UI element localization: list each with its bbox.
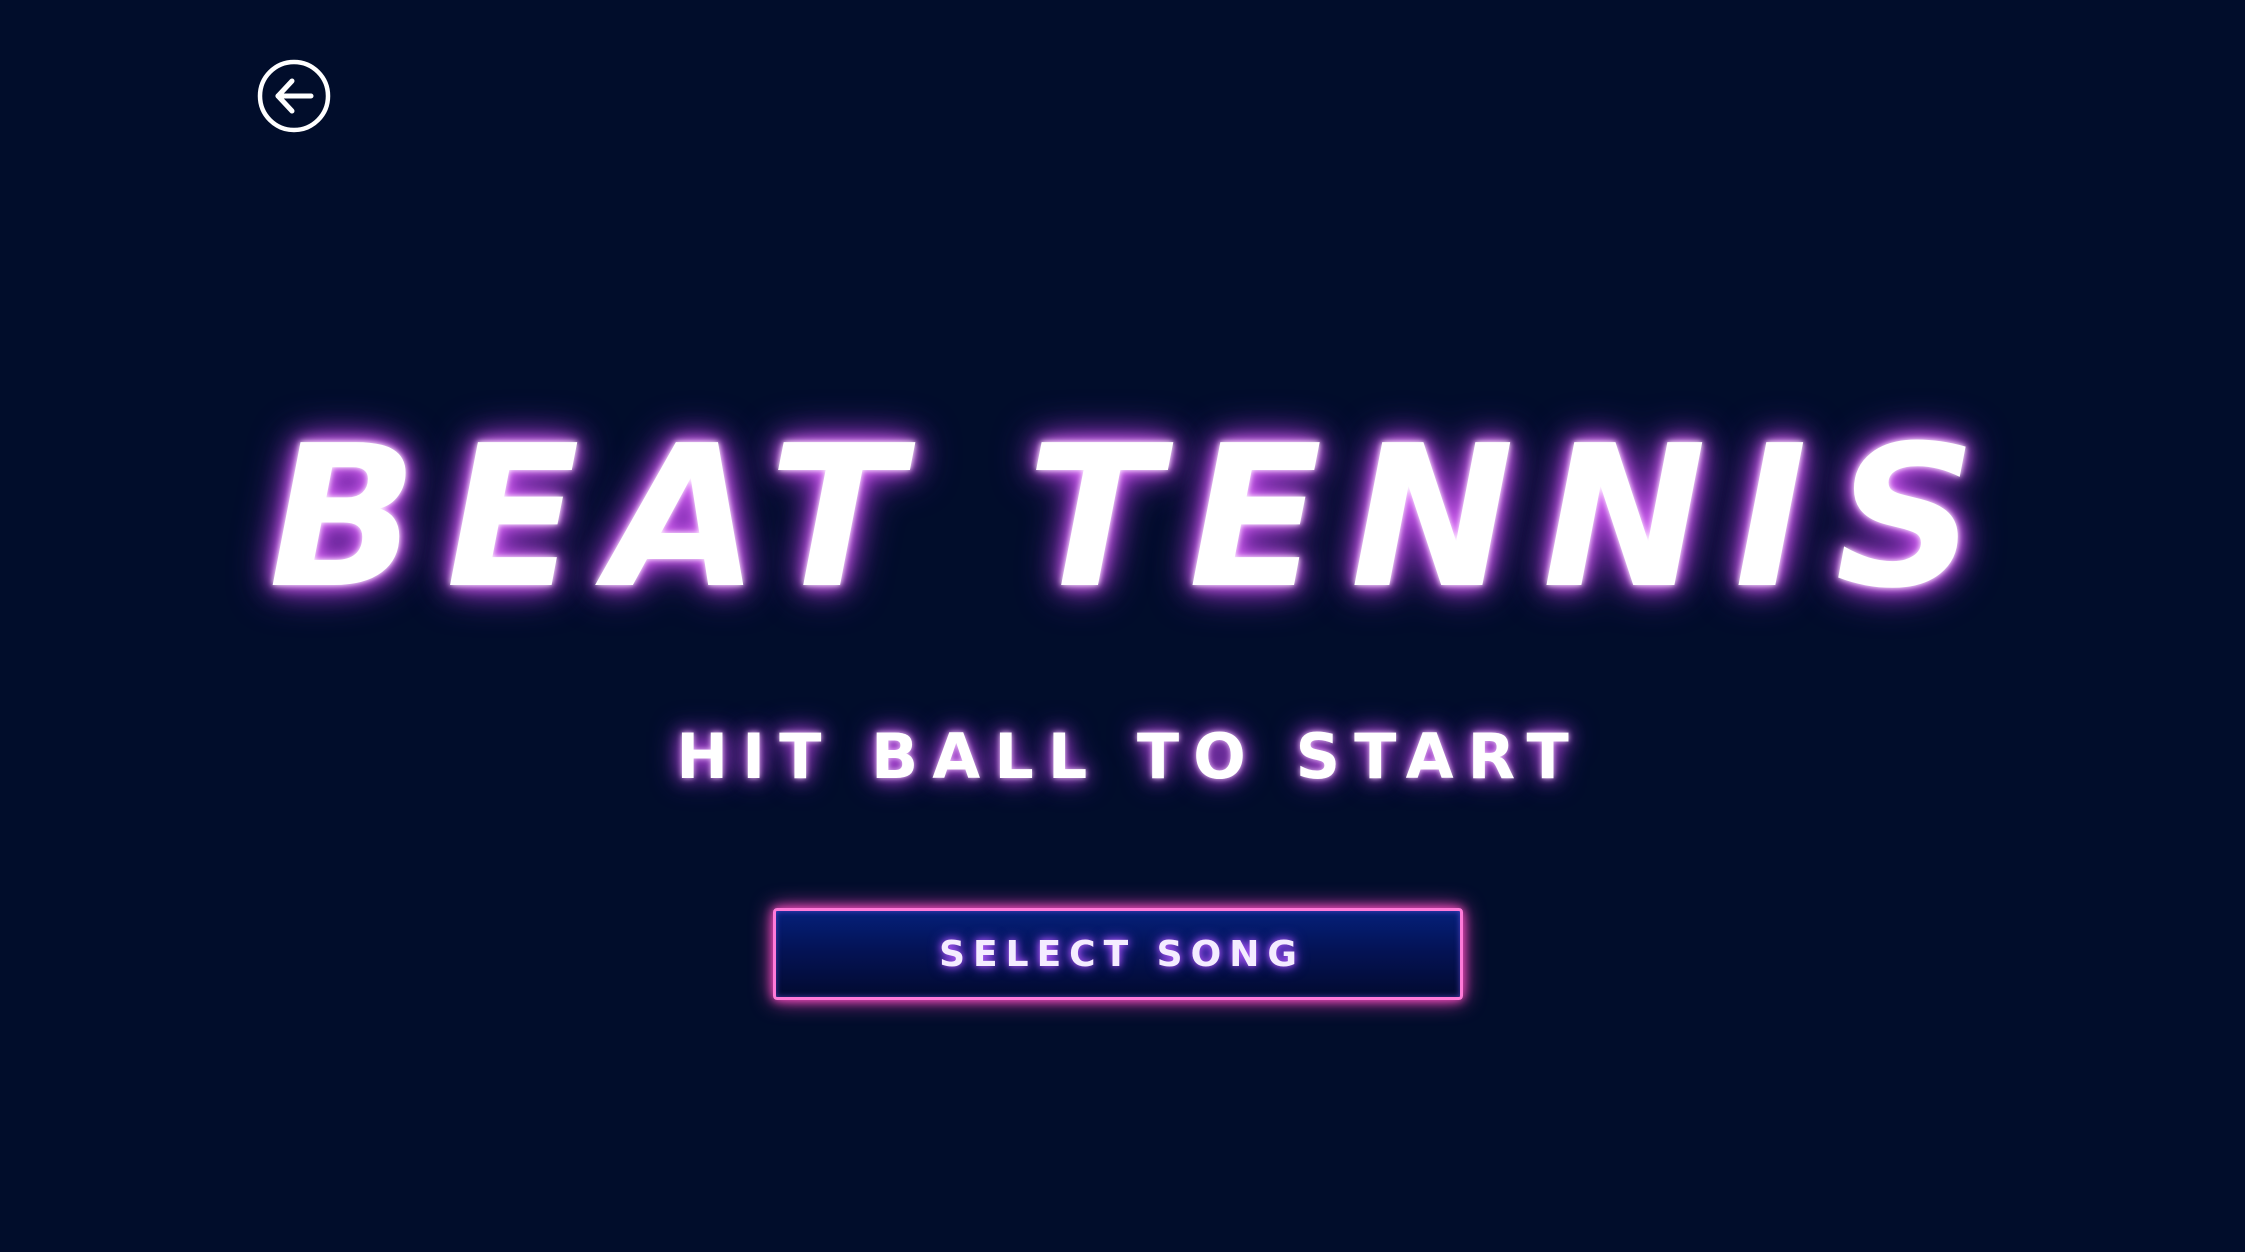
select-song-label: SELECT SONG (939, 933, 1305, 975)
back-button[interactable] (257, 59, 331, 133)
game-title: BEAT TENNIS (268, 404, 2005, 632)
arrow-left-circle-icon (257, 59, 331, 133)
select-song-button[interactable]: SELECT SONG (773, 908, 1463, 1000)
start-instruction: HIT BALL TO START (676, 720, 1583, 793)
start-screen: BEAT TENNIS HIT BALL TO START SELECT SON… (0, 0, 2245, 1252)
